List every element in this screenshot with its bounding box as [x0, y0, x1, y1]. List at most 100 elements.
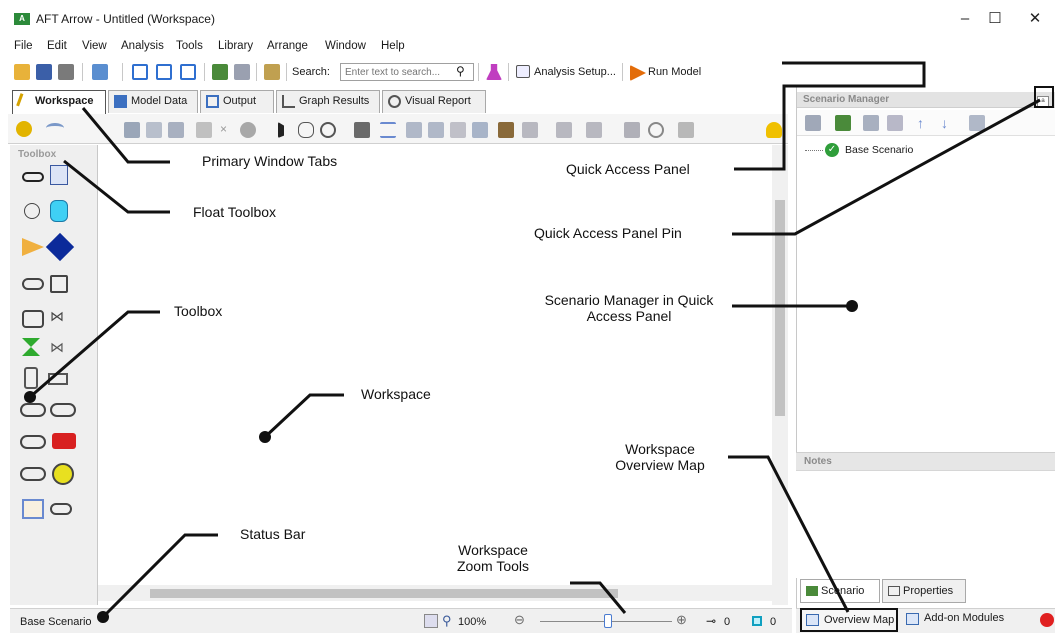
fan-icon[interactable]	[52, 463, 74, 485]
align-left-icon[interactable]	[406, 122, 422, 138]
fit-icon[interactable]	[424, 614, 438, 628]
clone-scenario-icon[interactable]	[863, 115, 879, 131]
help-icon[interactable]	[16, 121, 32, 137]
flask-icon[interactable]	[486, 64, 502, 80]
heat-exchanger-icon[interactable]	[20, 403, 46, 417]
open-icon[interactable]	[14, 64, 30, 80]
tab-scenario[interactable]: Scenario	[800, 579, 880, 603]
copy-icon[interactable]	[92, 64, 108, 80]
pan-icon[interactable]	[298, 122, 314, 138]
align-right-icon[interactable]	[428, 122, 444, 138]
zoom-in-icon[interactable]: ⊕	[676, 612, 687, 628]
search-input[interactable]	[340, 63, 474, 81]
analysis-setup-button[interactable]: Analysis Setup...	[534, 66, 616, 78]
menu-edit[interactable]: Edit	[47, 40, 67, 52]
pipe-tool-icon[interactable]	[22, 172, 44, 182]
scenario-options-icon[interactable]	[969, 115, 985, 131]
compressor-icon[interactable]	[22, 238, 44, 256]
vertical-scroll-thumb[interactable]	[775, 200, 785, 416]
tab-model-data[interactable]: Model Data	[108, 90, 198, 113]
size-icon[interactable]	[586, 122, 602, 138]
maximize-button[interactable]: ☐	[975, 6, 1015, 32]
layout-single-icon[interactable]	[132, 64, 148, 80]
assigned-flow-icon[interactable]	[24, 203, 40, 219]
control-valve-icon[interactable]	[22, 338, 40, 356]
menu-help[interactable]: Help	[381, 40, 405, 52]
overview-map-button[interactable]: Overview Map	[800, 608, 898, 632]
hierarchy-icon[interactable]	[212, 64, 228, 80]
menu-library[interactable]: Library	[218, 40, 253, 52]
layout-split-v-icon[interactable]	[156, 64, 172, 80]
paste-icon[interactable]	[168, 122, 184, 138]
eye-icon	[388, 95, 401, 108]
spray-discharge-icon[interactable]	[20, 435, 46, 449]
display-icon[interactable]	[624, 122, 640, 138]
pump-red-icon[interactable]	[52, 433, 76, 449]
lightbulb-icon[interactable]	[766, 122, 782, 138]
copy-icon[interactable]	[146, 122, 162, 138]
close-button[interactable]: ✕	[1015, 6, 1055, 32]
undo-icon[interactable]	[46, 123, 64, 133]
tab-workspace[interactable]: Workspace	[12, 90, 106, 115]
layer-icon[interactable]	[472, 122, 488, 138]
swap-icon[interactable]	[380, 122, 396, 138]
move-up-icon[interactable]: ↑	[917, 115, 933, 131]
child-scenario-icon[interactable]	[835, 115, 851, 131]
branch-icon[interactable]	[22, 499, 44, 519]
options-icon[interactable]	[678, 122, 694, 138]
menu-analysis[interactable]: Analysis	[121, 40, 164, 52]
no-icon[interactable]	[648, 122, 664, 138]
zoom-out-icon[interactable]: ⊖	[514, 612, 525, 628]
pressure-icon[interactable]	[45, 232, 75, 262]
layout-split-h-icon[interactable]	[180, 64, 196, 80]
zoom-slider-thumb[interactable]	[604, 614, 612, 628]
cut-icon[interactable]	[124, 122, 140, 138]
tree-item-base-scenario[interactable]: Base Scenario	[845, 144, 913, 156]
pointer-icon[interactable]	[278, 122, 294, 138]
new-scenario-icon[interactable]	[805, 115, 821, 131]
tab-visual-report[interactable]: Visual Report	[382, 90, 486, 113]
group-icon[interactable]	[450, 122, 466, 138]
search-icon[interactable]: ⚲	[456, 64, 465, 78]
check-valve-icon[interactable]: ⋈	[50, 339, 64, 356]
menu-arrange[interactable]: Arrange	[267, 40, 308, 52]
move-down-icon[interactable]: ↓	[941, 115, 957, 131]
print-icon[interactable]	[58, 64, 74, 80]
tab-properties[interactable]: Properties	[882, 579, 966, 603]
relief-valve-icon[interactable]	[24, 367, 38, 389]
tab-graph-results[interactable]: Graph Results	[276, 90, 380, 113]
addon-modules-button[interactable]: Add-on Modules	[924, 612, 1004, 624]
fill-icon[interactable]	[240, 122, 256, 138]
general-component-icon[interactable]	[50, 403, 76, 417]
pipe-count-icon: ⊸	[706, 614, 717, 628]
annotation-tool-icon[interactable]	[50, 165, 68, 185]
run-model-button[interactable]: Run Model	[648, 66, 701, 78]
menu-tools[interactable]: Tools	[176, 40, 203, 52]
magnifier-icon[interactable]: ⚲	[442, 613, 452, 629]
tank-icon[interactable]	[50, 200, 68, 222]
zoom-icon[interactable]	[320, 122, 336, 138]
notes-textarea[interactable]	[796, 470, 1055, 578]
horizontal-scroll-thumb[interactable]	[150, 589, 618, 598]
binoculars-icon[interactable]	[498, 122, 514, 138]
find-icon[interactable]	[354, 122, 370, 138]
tab-output[interactable]: Output	[200, 90, 274, 113]
elbow-icon[interactable]	[50, 275, 68, 293]
pipe-bend-icon[interactable]	[22, 278, 44, 290]
screen-icon[interactable]	[48, 373, 68, 385]
delete-icon[interactable]: ×	[220, 122, 236, 138]
menu-file[interactable]: File	[14, 40, 33, 52]
report-icon[interactable]	[264, 64, 280, 80]
tee-icon[interactable]	[22, 310, 44, 328]
select-icon[interactable]	[196, 122, 212, 138]
delete-scenario-icon[interactable]	[887, 115, 903, 131]
distribute-icon[interactable]	[556, 122, 572, 138]
connect-icon[interactable]	[522, 122, 538, 138]
save-icon[interactable]	[36, 64, 52, 80]
menu-view[interactable]: View	[82, 40, 107, 52]
menu-window[interactable]: Window	[325, 40, 366, 52]
valve-icon[interactable]: ⋈	[50, 308, 64, 325]
volume-balance-icon[interactable]	[20, 467, 46, 481]
grid-icon[interactable]	[234, 64, 250, 80]
dead-end-icon[interactable]	[50, 503, 72, 515]
